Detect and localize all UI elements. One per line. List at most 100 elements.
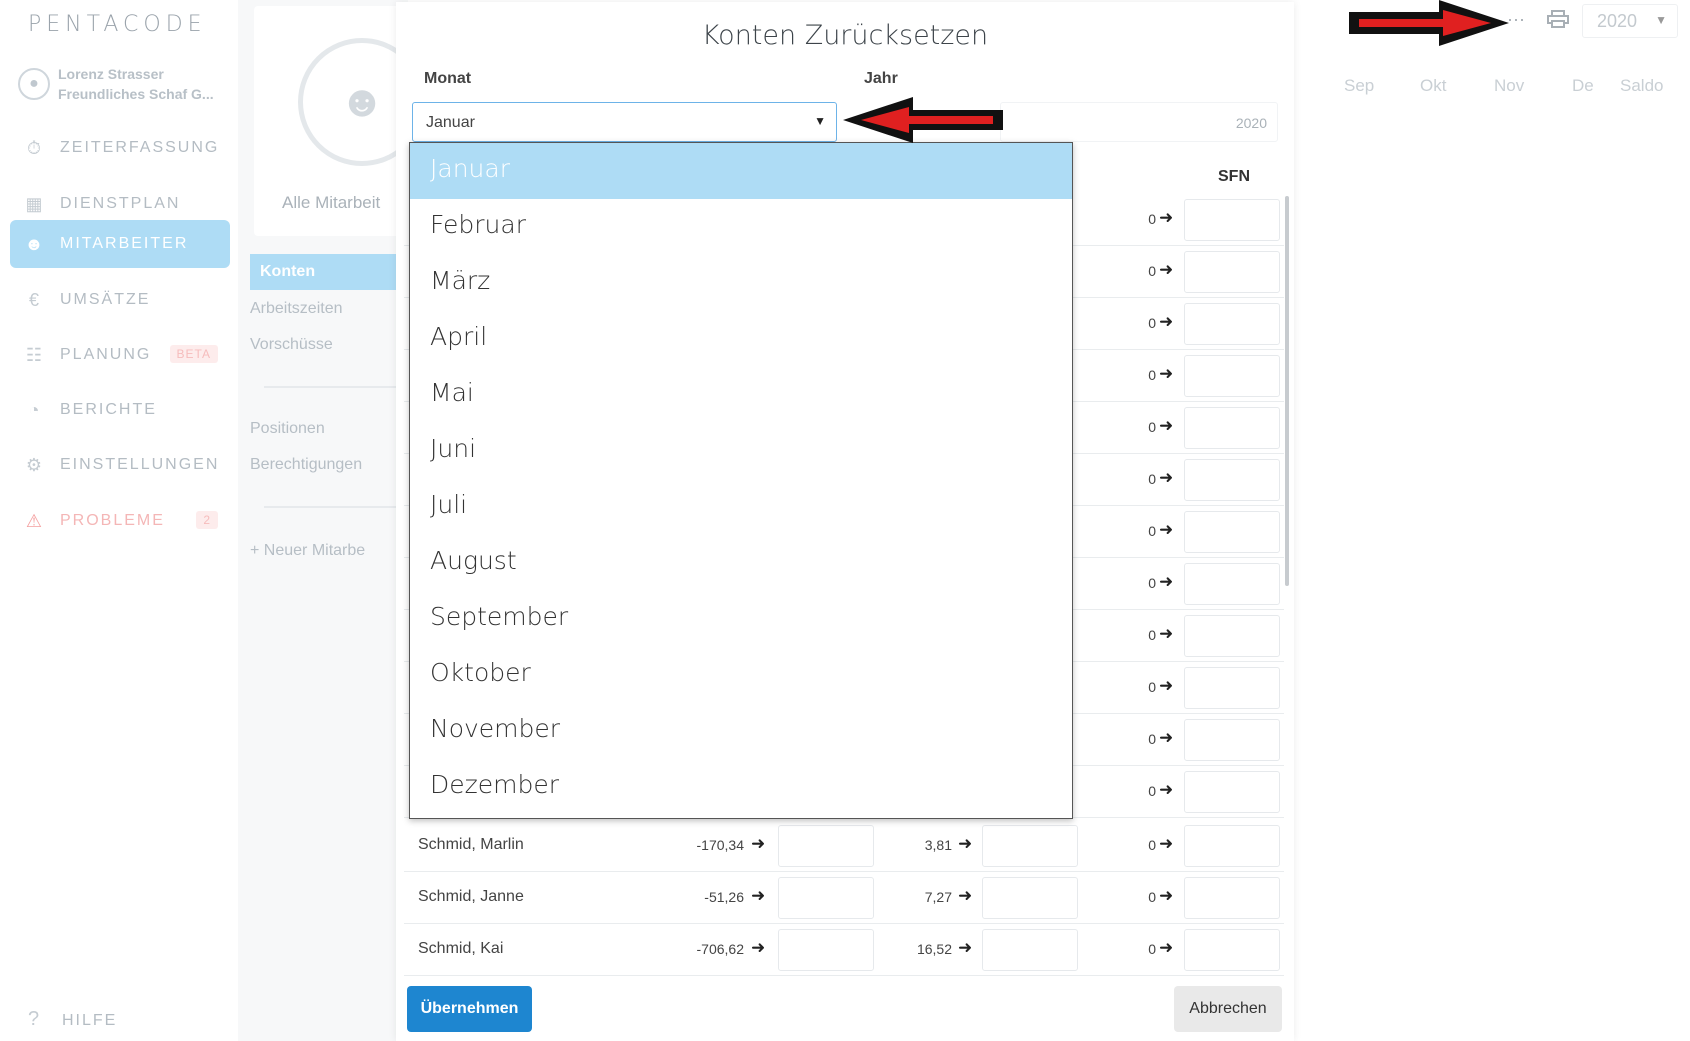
nav-label: UMSÄTZE — [60, 291, 151, 308]
divider — [264, 506, 404, 508]
table-row: Schmid, Marlin -170,34 ➜ 3,81 ➜ 0 ➜ — [404, 820, 1284, 872]
value: 0 — [1148, 419, 1156, 435]
arrow-right-icon[interactable]: ➜ — [1159, 624, 1173, 644]
arrow-right-icon[interactable]: ➜ — [1159, 520, 1173, 540]
subnav-positionen[interactable]: Positionen — [250, 420, 325, 438]
value: -51,26 — [704, 889, 744, 905]
subnav-berechtigungen[interactable]: Berechtigungen — [250, 456, 362, 474]
caret-down-icon: ▼ — [814, 114, 826, 128]
month-option[interactable]: Februar — [410, 199, 1072, 255]
sfn-input[interactable] — [1184, 251, 1280, 293]
month-option[interactable]: Oktober — [410, 647, 1072, 703]
nav-label: MITARBEITER — [60, 235, 189, 252]
month-option[interactable]: August — [410, 535, 1072, 591]
arrow-right-icon[interactable]: ➜ — [751, 834, 765, 854]
apply-button[interactable]: Übernehmen — [407, 986, 532, 1032]
sfn-input[interactable] — [1184, 825, 1280, 867]
sfn-input[interactable] — [1184, 459, 1280, 501]
all-employees-label[interactable]: Alle Mitarbeit — [282, 193, 380, 213]
help-label: HILFE — [62, 1012, 118, 1029]
user-profile[interactable]: ● Lorenz Strasser Freundliches Schaf G..… — [18, 62, 228, 106]
sfn-input[interactable] — [1184, 563, 1280, 605]
arrow-right-icon[interactable]: ➜ — [958, 938, 972, 958]
arrow-right-icon[interactable]: ➜ — [1159, 416, 1173, 436]
arrow-right-icon[interactable]: ➜ — [958, 834, 972, 854]
col-header: De — [1572, 76, 1594, 95]
euro-icon: € — [28, 289, 41, 310]
nav-item-umsaetze[interactable]: € UMSÄTZE — [10, 276, 230, 324]
arrow-right-icon[interactable]: ➜ — [1159, 572, 1173, 592]
sfn-input[interactable] — [1184, 615, 1280, 657]
sfn-input[interactable] — [1184, 929, 1280, 971]
scrollbar[interactable] — [1285, 196, 1289, 586]
sfn-input[interactable] — [1184, 719, 1280, 761]
help-link[interactable]: ? HILFE — [28, 1008, 117, 1031]
sfn-input[interactable] — [1184, 303, 1280, 345]
sfn-input[interactable] — [1184, 667, 1280, 709]
value-input[interactable] — [982, 877, 1078, 919]
value-input[interactable] — [982, 825, 1078, 867]
sfn-input[interactable] — [1184, 355, 1280, 397]
month-option[interactable]: Juli — [410, 479, 1072, 535]
arrow-right-icon[interactable]: ➜ — [1159, 364, 1173, 384]
col-header: Okt — [1420, 76, 1447, 95]
month-option[interactable]: Dezember — [410, 759, 1072, 815]
month-option[interactable]: März — [410, 255, 1072, 311]
month-option[interactable]: November — [410, 703, 1072, 759]
nav-label: PLANUNG — [60, 346, 152, 363]
arrow-right-icon[interactable]: ➜ — [1159, 780, 1173, 800]
table-row: Schmid, Kai -706,62 ➜ 16,52 ➜ 0 ➜ — [404, 924, 1284, 976]
value: 0 — [1148, 731, 1156, 747]
arrow-right-icon[interactable]: ➜ — [1159, 312, 1173, 332]
year-input[interactable]: 2020 — [1000, 102, 1278, 142]
value-input[interactable] — [982, 929, 1078, 971]
value-input[interactable] — [778, 825, 874, 867]
arrow-right-icon[interactable]: ➜ — [958, 886, 972, 906]
sfn-input[interactable] — [1184, 771, 1280, 813]
nav-item-berichte[interactable]: ◔ BERICHTE — [10, 386, 230, 434]
year-label: Jahr — [864, 70, 898, 87]
nav-item-planung[interactable]: ☷ PLANUNG BETA — [10, 331, 230, 379]
more-options-icon[interactable]: ⋯ — [1507, 10, 1525, 31]
sfn-input[interactable] — [1184, 199, 1280, 241]
nav-item-probleme[interactable]: ⚠ PROBLEME 2 — [10, 497, 230, 545]
arrow-right-icon[interactable]: ➜ — [751, 886, 765, 906]
month-option[interactable]: Januar — [410, 143, 1072, 199]
value: 0 — [1148, 471, 1156, 487]
arrow-right-icon[interactable]: ➜ — [751, 938, 765, 958]
month-option[interactable]: Mai — [410, 367, 1072, 423]
month-select[interactable]: Januar ▼ — [412, 102, 837, 142]
month-option[interactable]: Juni — [410, 423, 1072, 479]
value: -706,62 — [696, 941, 744, 957]
sfn-input[interactable] — [1184, 407, 1280, 449]
nav-item-zeiterfassung[interactable]: ⏱ ZEITERFASSUNG — [10, 124, 230, 172]
month-label: Monat — [424, 70, 472, 87]
arrow-right-icon[interactable]: ➜ — [1159, 834, 1173, 854]
value: 0 — [1148, 575, 1156, 591]
subnav-konten[interactable]: Konten — [250, 254, 410, 290]
arrow-right-icon[interactable]: ➜ — [1159, 938, 1173, 958]
nav-item-einstellungen[interactable]: ⚙ EINSTELLUNGEN — [10, 441, 230, 489]
new-employee-button[interactable]: + Neuer Mitarbe — [250, 542, 365, 560]
problem-count-badge: 2 — [196, 511, 218, 529]
value-input[interactable] — [778, 877, 874, 919]
subnav-arbeitszeiten[interactable]: Arbeitszeiten — [250, 300, 343, 318]
cancel-button[interactable]: Abbrechen — [1174, 986, 1282, 1032]
sfn-input[interactable] — [1184, 511, 1280, 553]
arrow-right-icon[interactable]: ➜ — [1159, 728, 1173, 748]
subnav-vorschuesse[interactable]: Vorschüsse — [250, 336, 333, 354]
nav-label: DIENSTPLAN — [60, 195, 181, 212]
arrow-right-icon[interactable]: ➜ — [1159, 886, 1173, 906]
value-input[interactable] — [778, 929, 874, 971]
sfn-input[interactable] — [1184, 877, 1280, 919]
year-select[interactable]: 2020 ▼ — [1582, 4, 1678, 38]
arrow-right-icon[interactable]: ➜ — [1159, 676, 1173, 696]
arrow-right-icon[interactable]: ➜ — [1159, 468, 1173, 488]
month-option[interactable]: September — [410, 591, 1072, 647]
month-option[interactable]: April — [410, 311, 1072, 367]
arrow-right-icon[interactable]: ➜ — [1159, 208, 1173, 228]
beta-badge: BETA — [169, 345, 218, 363]
print-icon[interactable] — [1547, 10, 1569, 28]
nav-item-mitarbeiter[interactable]: ☻ MITARBEITER — [10, 220, 230, 268]
arrow-right-icon[interactable]: ➜ — [1159, 260, 1173, 280]
